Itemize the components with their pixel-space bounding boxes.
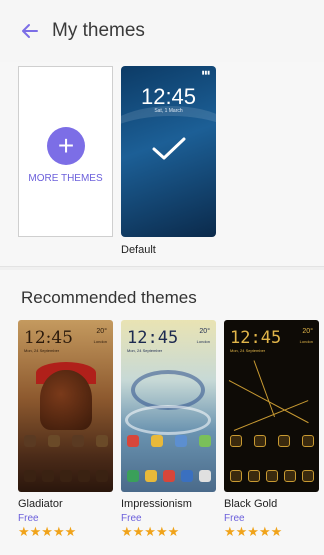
app-icon — [127, 470, 139, 482]
page-title: My themes — [52, 20, 145, 41]
theme-name: Black Gold — [224, 498, 278, 510]
app-icon — [24, 470, 36, 482]
rating-stars: ★★★★★ — [18, 524, 77, 539]
preview-date: Mon, 24 September — [24, 348, 60, 353]
theme-price: Free — [121, 513, 142, 524]
recommended-themes-section: Recommended themes 12:45 Mon, 24 Septemb… — [0, 270, 324, 555]
theme-card-black-gold[interactable]: 12:45 Mon, 24 September 20° London Black… — [224, 320, 319, 539]
app-icon — [284, 470, 296, 482]
default-theme-thumbnail[interactable]: ▮▮▮ 12:45 Sat, 1 March — [121, 66, 216, 237]
app-icon — [199, 470, 211, 482]
preview-time: 12:45 — [24, 328, 73, 348]
theme-name: Gladiator — [18, 498, 63, 510]
theme-price: Free — [224, 513, 245, 524]
app-icon — [230, 435, 242, 447]
app-icon — [96, 435, 108, 447]
app-icon — [42, 470, 54, 482]
rating-stars: ★★★★★ — [224, 524, 283, 539]
app-icon — [127, 435, 139, 447]
theme-thumbnail[interactable]: 12:45 Mon, 24 September 20° London — [121, 320, 216, 492]
app-icon — [230, 470, 242, 482]
preview-location: London — [196, 339, 210, 344]
preview-dock — [127, 470, 211, 482]
app-icon — [266, 470, 278, 482]
preview-dock — [24, 470, 108, 482]
theme-card-impressionism[interactable]: 12:45 Mon, 24 September 20° London Impre… — [121, 320, 216, 539]
preview-dock — [230, 470, 314, 482]
theme-thumbnail[interactable]: 12:45 Mon, 24 September 20° London — [18, 320, 113, 492]
preview-date: Mon, 24 September — [230, 348, 266, 353]
theme-thumbnail[interactable]: 12:45 Mon, 24 September 20° London — [224, 320, 319, 492]
theme-price: Free — [18, 513, 39, 524]
app-icon — [48, 435, 60, 447]
app-icon — [96, 470, 108, 482]
preview-icon-row — [24, 435, 108, 447]
app-icon — [175, 435, 187, 447]
more-themes-button[interactable]: + MORE THEMES — [18, 66, 113, 237]
gold-vein — [253, 360, 275, 418]
swirl-art — [131, 370, 205, 410]
my-themes-section: + MORE THEMES ▮▮▮ 12:45 Sat, 1 March Def… — [0, 62, 324, 267]
preview-weather: 20° — [302, 328, 313, 335]
preview-time: 12:45 — [230, 328, 282, 348]
more-themes-label: MORE THEMES — [28, 173, 103, 184]
app-icon — [24, 435, 36, 447]
default-theme-label: Default — [121, 244, 156, 256]
app-icon — [151, 435, 163, 447]
app-icon — [302, 470, 314, 482]
app-icon — [145, 470, 157, 482]
back-button[interactable] — [10, 11, 50, 51]
swirl-art — [125, 405, 211, 435]
preview-date: Sat, 1 March — [154, 108, 183, 114]
helmet-art — [40, 370, 92, 430]
app-icon — [302, 435, 314, 447]
preview-location: London — [299, 339, 313, 344]
app-icon — [199, 435, 211, 447]
app-icon — [248, 470, 260, 482]
preview-weather: 20° — [96, 328, 107, 335]
app-icon — [60, 470, 72, 482]
app-icon — [278, 435, 290, 447]
section-title: Recommended themes — [21, 288, 197, 307]
rating-stars: ★★★★★ — [121, 524, 180, 539]
preview-icon-row — [127, 435, 211, 447]
app-icon — [163, 470, 175, 482]
app-icon — [72, 435, 84, 447]
preview-weather: 20° — [199, 328, 210, 335]
arrow-left-icon — [22, 24, 38, 38]
app-icon — [254, 435, 266, 447]
preview-time: 12:45 — [140, 84, 197, 109]
plus-icon: + — [47, 127, 85, 165]
checkmark-icon — [152, 137, 186, 160]
preview-date: Mon, 24 September — [127, 348, 163, 353]
app-icon — [78, 470, 90, 482]
preview-location: London — [93, 339, 107, 344]
app-bar: My themes — [0, 0, 324, 62]
preview-icon-row — [230, 435, 314, 447]
preview-time: 12:45 — [127, 328, 179, 348]
theme-card-gladiator[interactable]: 12:45 Mon, 24 September 20° London Gladi… — [18, 320, 113, 539]
status-bar-indicator: ▮▮▮ — [201, 70, 210, 76]
app-icon — [181, 470, 193, 482]
theme-name: Impressionism — [121, 498, 192, 510]
